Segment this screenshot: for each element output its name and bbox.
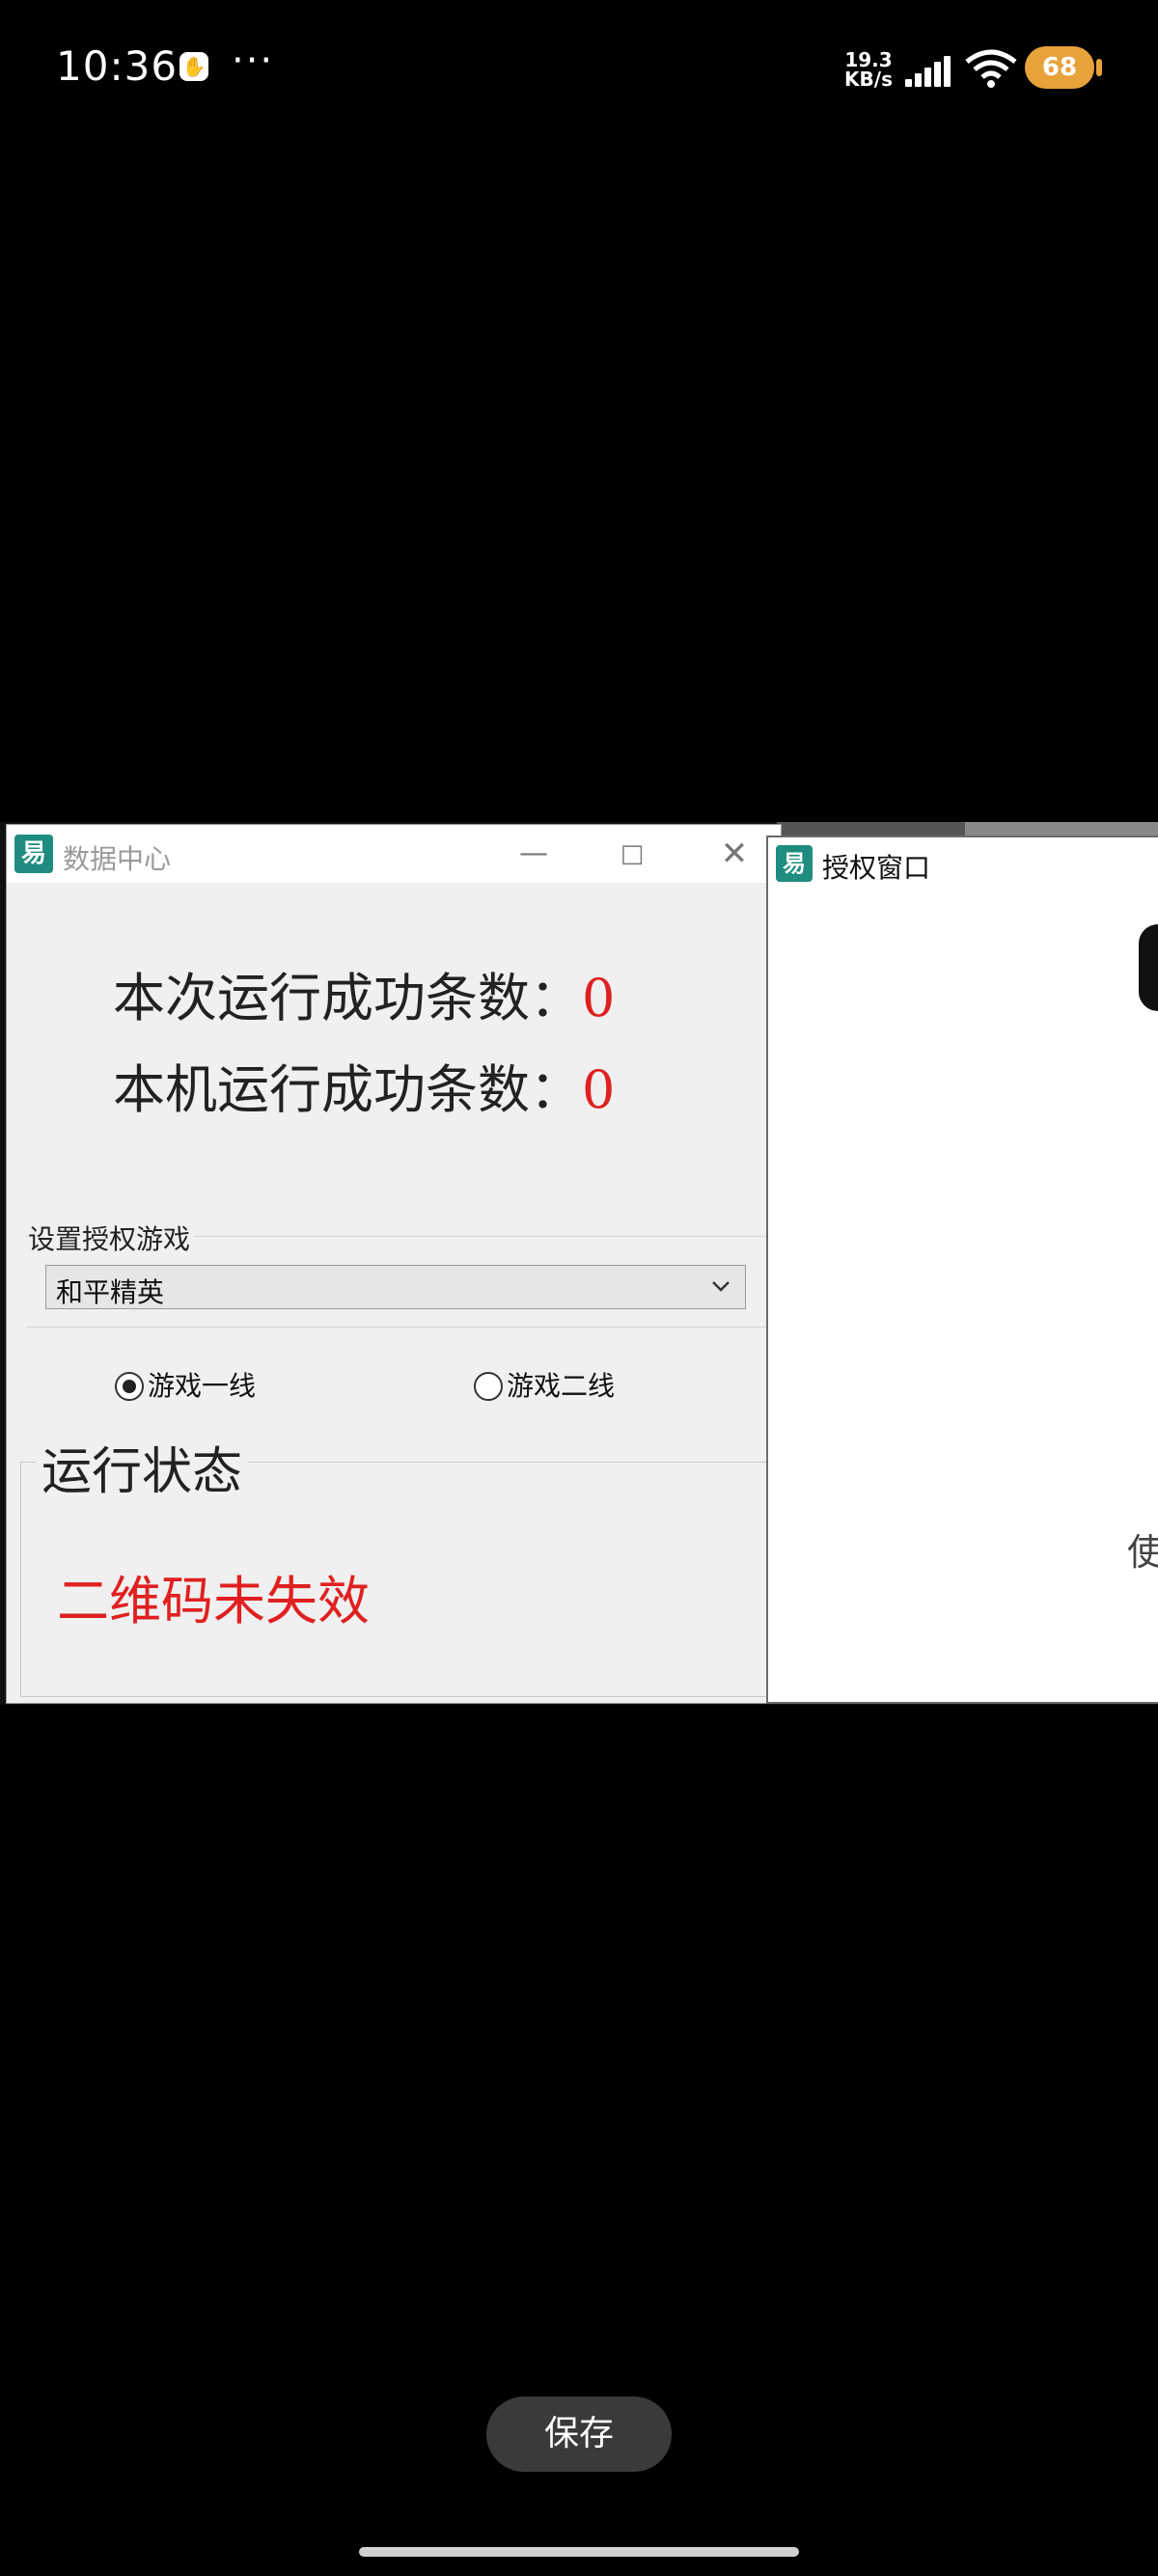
radio-line2-label: 游戏二线 (507, 1370, 616, 1402)
minimize-button[interactable]: — (505, 833, 563, 875)
stat-run-count: 本次运行成功条数：0 (113, 955, 615, 1031)
notification-icon: ✋ (179, 52, 208, 81)
app-logo-icon: 易 (776, 845, 813, 882)
status-message: 二维码未失效 (57, 1571, 370, 1631)
auth-window: 易 授权窗口 使 (766, 836, 1158, 1704)
battery-indicator: 68 (1025, 46, 1102, 89)
stat-machine-value: 0 (582, 1059, 616, 1120)
wifi-icon (965, 49, 1017, 88)
window-titlebar: 易 数据中心 — □ ✕ (7, 825, 781, 883)
game-select[interactable]: 和平精英 (45, 1265, 746, 1309)
app-logo-icon: 易 (14, 835, 53, 873)
auth-game-group-label: 设置授权游戏 (28, 1219, 195, 1257)
qq-penguin-icon (1139, 924, 1158, 1011)
window-title: 数据中心 (63, 843, 172, 875)
stat-run-value: 0 (582, 968, 616, 1028)
radio-line1-label: 游戏一线 (148, 1370, 257, 1402)
auth-partial-text: 使 (1127, 1531, 1158, 1574)
home-indicator[interactable] (359, 2547, 799, 2557)
status-bar: 10:36 ✋ ··· 19.3 KB/s 68 (0, 0, 1158, 135)
close-button[interactable]: ✕ (705, 833, 763, 875)
clock: 10:36 (56, 42, 179, 90)
maximize-button[interactable]: □ (603, 833, 661, 875)
stat-run-label: 本次运行成功条数： (113, 968, 582, 1028)
data-center-window: 易 数据中心 — □ ✕ 本次运行成功条数：0 本机运行成功条数：0 设置授权游… (6, 824, 782, 1704)
more-notifications-icon: ··· (232, 39, 275, 83)
radio-line1[interactable]: 游戏一线 (115, 1365, 256, 1404)
stat-machine-count: 本机运行成功条数：0 (113, 1047, 615, 1123)
auth-window-title: 授权窗口 (822, 852, 931, 884)
game-select-value: 和平精英 (56, 1276, 165, 1308)
network-speed: 19.3 KB/s (840, 50, 897, 89)
network-speed-value: 19.3 (844, 48, 893, 71)
radio-unchecked-icon (474, 1372, 503, 1401)
radio-checked-icon (115, 1372, 144, 1401)
status-heading: 运行状态 (36, 1431, 249, 1503)
save-button[interactable]: 保存 (486, 2397, 672, 2472)
signal-icon (905, 56, 953, 87)
stat-machine-label: 本机运行成功条数： (113, 1059, 582, 1120)
network-speed-unit: KB/s (844, 68, 893, 91)
chevron-down-icon (712, 1281, 730, 1292)
radio-line2[interactable]: 游戏二线 (474, 1365, 615, 1404)
screenshot-area: 易 数据中心 — □ ✕ 本次运行成功条数：0 本机运行成功条数：0 设置授权游… (0, 822, 1158, 1705)
divider (26, 1327, 779, 1328)
auth-window-titlebar: 易 授权窗口 (768, 837, 1158, 886)
